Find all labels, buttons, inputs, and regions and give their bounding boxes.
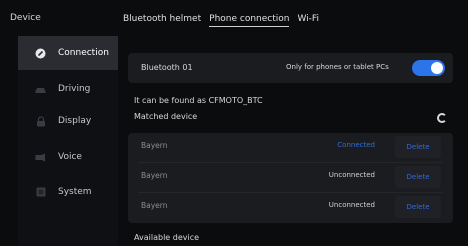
- toggle-knob: [431, 62, 443, 74]
- device-name: Bayern: [141, 141, 168, 150]
- sidebar-item-label: System: [58, 187, 92, 197]
- tab-bluetooth-helmet[interactable]: Bluetooth helmet: [123, 14, 201, 27]
- delete-button[interactable]: Delete: [395, 166, 441, 188]
- sidebar-item-display[interactable]: Display: [18, 104, 118, 138]
- sidebar-item-voice[interactable]: Voice: [18, 140, 118, 174]
- matched-device-list: Bayern Connected Delete Bayern Unconnect…: [128, 133, 453, 223]
- device-status: Connected: [337, 141, 375, 149]
- sidebar-item-label: Display: [58, 116, 92, 126]
- matched-device-title: Matched device: [134, 112, 198, 121]
- sidebar-title: Device: [10, 13, 41, 23]
- sidebar-item-label: Connection: [58, 48, 109, 58]
- list-item[interactable]: Bayern Connected Delete: [128, 133, 453, 162]
- bluetooth-hint: Only for phones or tablet PCs: [286, 63, 389, 71]
- screen: Device Connection Driving Display Voice: [0, 0, 468, 246]
- tab-bar: Bluetooth helmet Phone connection Wi-Fi: [123, 14, 327, 27]
- link-icon: [35, 48, 46, 59]
- available-device-title: Available device: [134, 233, 200, 242]
- sidebar-item-label: Driving: [58, 84, 91, 94]
- list-item[interactable]: Bayern Unconnected Delete: [128, 163, 453, 192]
- bluetooth-row: Bluetooth 01 Only for phones or tablet P…: [128, 53, 453, 83]
- sidebar: Connection Driving Display Voice System: [18, 36, 118, 246]
- device-status: Unconnected: [328, 171, 375, 179]
- device-name: Bayern: [141, 171, 168, 180]
- bluetooth-name: Bluetooth 01: [141, 63, 193, 72]
- discoverable-text: It can be found as CFMOTO_BTC: [134, 96, 263, 105]
- delete-button[interactable]: Delete: [395, 136, 441, 158]
- sidebar-item-system[interactable]: System: [18, 175, 118, 209]
- list-item[interactable]: Bayern Unconnected Delete: [128, 193, 453, 222]
- sidebar-item-connection[interactable]: Connection: [18, 36, 118, 70]
- lock-icon: [35, 115, 46, 127]
- delete-button[interactable]: Delete: [395, 196, 441, 218]
- refresh-icon[interactable]: [437, 113, 447, 123]
- device-name: Bayern: [141, 201, 168, 210]
- car-icon: [35, 84, 46, 95]
- sidebar-item-driving[interactable]: Driving: [18, 72, 118, 106]
- tab-wifi[interactable]: Wi-Fi: [297, 14, 318, 27]
- bluetooth-toggle[interactable]: [412, 60, 445, 76]
- tab-phone-connection[interactable]: Phone connection: [209, 14, 290, 27]
- system-icon: [35, 187, 46, 198]
- device-status: Unconnected: [328, 201, 375, 209]
- sidebar-item-label: Voice: [58, 152, 82, 162]
- voice-icon: [35, 152, 46, 163]
